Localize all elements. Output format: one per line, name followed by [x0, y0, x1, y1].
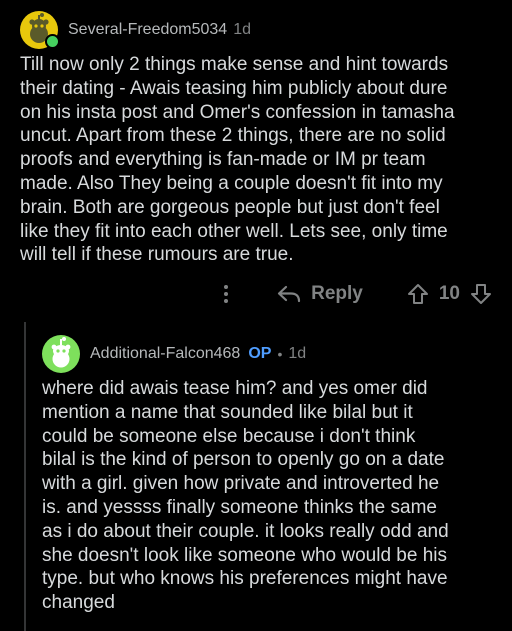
comment-action-bar: Reply 10	[211, 278, 492, 310]
reply-line: is. and yessss finally someone thinks th…	[42, 496, 437, 518]
op-badge: OP	[248, 345, 272, 362]
upvote-arrow-icon[interactable]	[407, 283, 429, 305]
comment-line: made. Also They being a couple doesn't f…	[20, 172, 443, 194]
reply-username[interactable]: Additional-Falcon468	[90, 345, 240, 363]
reply-line: she doesn't look like someone who would …	[42, 544, 447, 566]
online-status-dot	[45, 34, 60, 49]
comment-line: brain. Both are gorgeous people but just…	[20, 196, 440, 218]
reply-header: Additional-Falcon468 OP • 1d	[42, 334, 306, 374]
snoo-avatar-icon	[42, 335, 80, 373]
comment-timestamp: 1d	[233, 21, 251, 38]
avatar[interactable]	[42, 335, 80, 373]
more-options-button[interactable]	[211, 279, 241, 309]
comment-username[interactable]: Several-Freedom5034	[68, 21, 227, 39]
comment-line: proofs and everything is fan-made or IM …	[20, 149, 426, 171]
comment-line: their dating - Awais teasing him publicl…	[20, 77, 448, 99]
reply-arrow-icon	[278, 285, 301, 303]
reply-line: type. but who knows his preferences migh…	[42, 568, 448, 590]
comment-line: Till now only 2 things make sense and hi…	[20, 54, 449, 75]
comment-line: will tell if these rumours are true.	[20, 244, 294, 266]
reply-button[interactable]: Reply	[277, 283, 363, 305]
comment-line: on his insta post and Omer's confession …	[20, 101, 455, 123]
reply-timestamp: 1d	[288, 345, 307, 362]
reply-line: could be someone else because i don't th…	[42, 425, 416, 447]
more-vertical-icon	[224, 285, 229, 303]
comment-line: uncut. Apart from these 2 things, there …	[20, 125, 446, 147]
downvote-arrow-icon[interactable]	[470, 283, 492, 305]
reply-line: with a girl. given how private and intro…	[42, 473, 440, 495]
reply-body: where did awais tease him? and yes omer …	[42, 377, 449, 615]
separator-dot: •	[277, 346, 283, 362]
vote-group: 10	[407, 283, 492, 305]
comment-header: Several-Freedom5034 1d	[20, 10, 251, 50]
reply-label: Reply	[311, 283, 363, 304]
reply-line: mention a name that sounded like bilal b…	[42, 401, 413, 423]
avatar[interactable]	[20, 11, 60, 49]
reply-line: where did awais tease him? and yes omer …	[42, 378, 428, 399]
vote-score: 10	[438, 283, 460, 304]
comment-body: Till now only 2 things make sense and hi…	[20, 53, 455, 267]
reply-line: as i do about their couple. it looks rea…	[42, 520, 449, 542]
comment-line: like they fit into each other well. Lets…	[20, 220, 448, 242]
reply-line: bilal is the kind of person to openly go…	[42, 449, 445, 471]
reply-line: changed	[42, 592, 115, 614]
thread-line[interactable]	[24, 322, 26, 631]
